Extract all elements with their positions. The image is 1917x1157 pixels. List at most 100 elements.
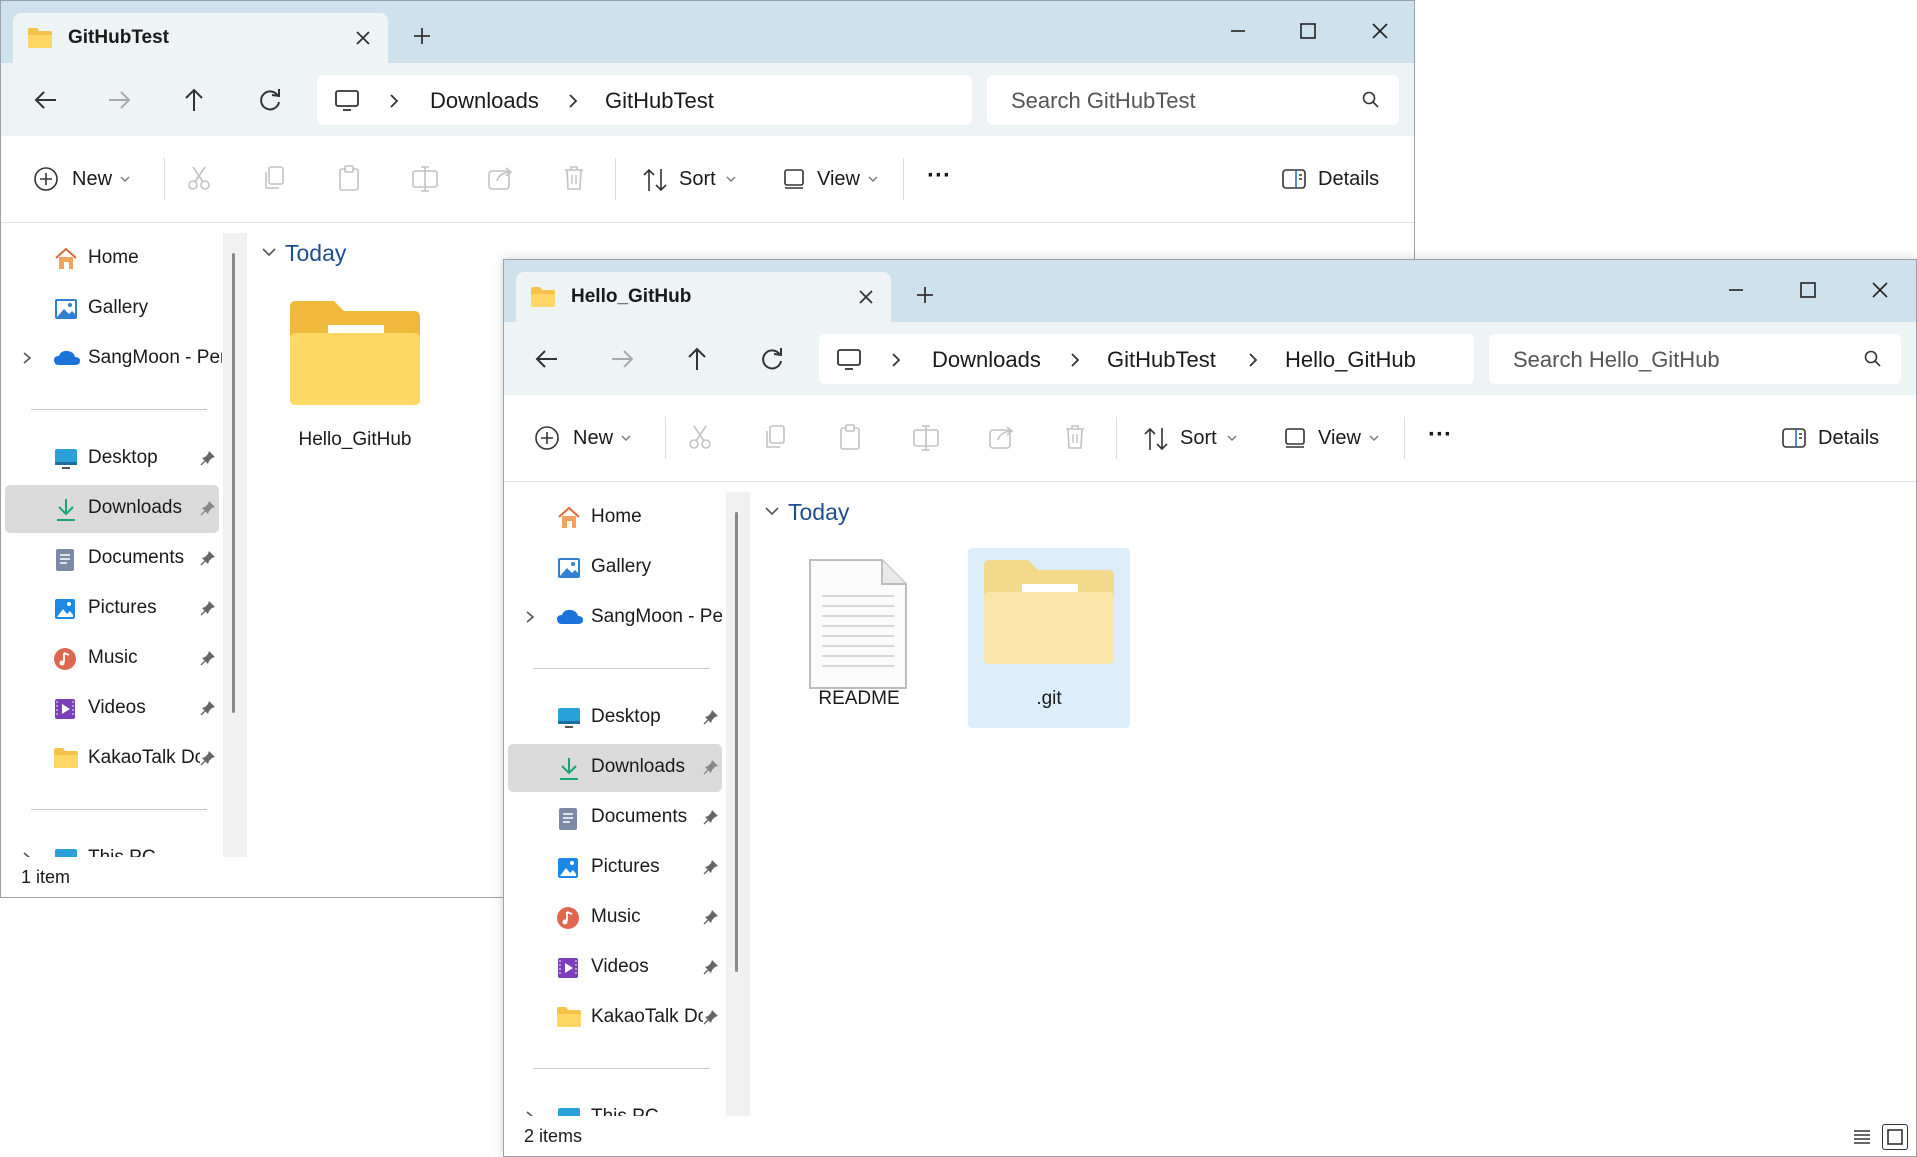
pin-icon[interactable]: [703, 709, 719, 725]
file-list-area[interactable]: Today README .git: [750, 482, 1916, 1116]
sidebar-item-documents[interactable]: Documents: [508, 794, 722, 842]
close-tab-icon[interactable]: [855, 286, 877, 308]
new-button[interactable]: New: [33, 164, 133, 196]
new-button[interactable]: New: [534, 423, 634, 455]
pin-icon[interactable]: [200, 700, 216, 716]
cut-button[interactable]: [687, 423, 713, 455]
sidebar-item-downloads[interactable]: Downloads: [5, 485, 219, 533]
sidebar-item-kakaotalk[interactable]: KakaoTalk Dc: [508, 994, 722, 1042]
minimize-button[interactable]: [1213, 11, 1263, 51]
sidebar-item-videos[interactable]: Videos: [5, 685, 219, 733]
pin-icon[interactable]: [703, 959, 719, 975]
file-explorer-window-hello-github[interactable]: Hello_GitHub Downloads GitHubTest Hello_…: [503, 259, 1917, 1157]
breadcrumb-chevron-icon[interactable]: [889, 352, 903, 368]
breadcrumb-downloads[interactable]: Downloads: [932, 347, 1041, 373]
sidebar-item-desktop[interactable]: Desktop: [508, 694, 722, 742]
chevron-right-icon[interactable]: [21, 351, 33, 365]
sidebar-item-kakaotalk[interactable]: KakaoTalk Dc: [5, 735, 219, 783]
breadcrumb-hello-github[interactable]: Hello_GitHub: [1285, 347, 1416, 373]
search-input[interactable]: Search Hello_GitHub: [1513, 347, 1720, 373]
file-item[interactable]: .git: [968, 548, 1130, 728]
refresh-button[interactable]: [755, 342, 789, 376]
refresh-button[interactable]: [253, 83, 287, 117]
search-box[interactable]: Search Hello_GitHub: [1489, 334, 1901, 384]
breadcrumb-githubtest[interactable]: GitHubTest: [605, 88, 714, 114]
copy-button[interactable]: [762, 423, 788, 455]
new-tab-button[interactable]: [409, 23, 435, 49]
scrollbar-thumb[interactable]: [232, 253, 235, 713]
details-button[interactable]: Details: [1781, 423, 1901, 455]
search-box[interactable]: Search GitHubTest: [987, 75, 1399, 125]
cut-button[interactable]: [186, 164, 212, 196]
breadcrumb-githubtest[interactable]: GitHubTest: [1107, 347, 1216, 373]
sidebar-item-gallery[interactable]: Gallery: [5, 285, 219, 333]
rename-button[interactable]: [912, 423, 940, 455]
copy-button[interactable]: [261, 164, 287, 196]
chevron-right-icon[interactable]: [524, 610, 536, 624]
rename-button[interactable]: [411, 164, 439, 196]
breadcrumb-chevron-icon[interactable]: [1246, 352, 1260, 368]
paste-button[interactable]: [837, 423, 863, 455]
scrollbar-track[interactable]: [726, 492, 750, 1118]
pin-icon[interactable]: [703, 909, 719, 925]
back-button[interactable]: [29, 83, 63, 117]
pin-icon[interactable]: [200, 650, 216, 666]
sidebar-item-home[interactable]: Home: [508, 494, 722, 542]
back-button[interactable]: [530, 342, 564, 376]
sidebar-item-desktop[interactable]: Desktop: [5, 435, 219, 483]
sidebar-item-onedrive[interactable]: SangMoon - Per: [508, 594, 722, 642]
pin-icon[interactable]: [200, 550, 216, 566]
maximize-button[interactable]: [1783, 270, 1833, 310]
more-options-button[interactable]: ···: [927, 162, 957, 196]
sidebar-item-videos[interactable]: Videos: [508, 944, 722, 992]
large-icons-view-icon[interactable]: [1882, 1124, 1908, 1150]
breadcrumb-downloads[interactable]: Downloads: [430, 88, 539, 114]
new-tab-button[interactable]: [912, 282, 938, 308]
tab-hello-github[interactable]: Hello_GitHub: [516, 272, 891, 322]
forward-button[interactable]: [605, 342, 639, 376]
pin-icon[interactable]: [703, 859, 719, 875]
up-button[interactable]: [177, 83, 211, 117]
navigation-pane[interactable]: Home Gallery SangMoon - Per Desktop Down…: [504, 482, 750, 1118]
sidebar-item-gallery[interactable]: Gallery: [508, 544, 722, 592]
sidebar-item-music[interactable]: Music: [508, 894, 722, 942]
pin-icon[interactable]: [200, 600, 216, 616]
sidebar-item-documents[interactable]: Documents: [5, 535, 219, 583]
sidebar-item-music[interactable]: Music: [5, 635, 219, 683]
close-tab-icon[interactable]: [352, 27, 374, 49]
search-input[interactable]: Search GitHubTest: [1011, 88, 1196, 114]
sort-button[interactable]: Sort: [1142, 423, 1242, 455]
close-window-button[interactable]: [1355, 11, 1405, 51]
pin-icon[interactable]: [200, 500, 216, 516]
maximize-button[interactable]: [1283, 11, 1333, 51]
breadcrumb-chevron-icon[interactable]: [566, 93, 580, 109]
close-window-button[interactable]: [1855, 270, 1905, 310]
paste-button[interactable]: [336, 164, 362, 196]
delete-button[interactable]: [561, 164, 587, 196]
view-button[interactable]: View: [782, 164, 882, 196]
forward-button[interactable]: [102, 83, 136, 117]
delete-button[interactable]: [1062, 423, 1088, 455]
sidebar-item-home[interactable]: Home: [5, 235, 219, 283]
details-view-icon[interactable]: [1852, 1127, 1872, 1147]
sort-button[interactable]: Sort: [641, 164, 741, 196]
details-button[interactable]: Details: [1281, 164, 1401, 196]
address-bar[interactable]: Downloads GitHubTest Hello_GitHub: [819, 334, 1474, 384]
sidebar-item-downloads[interactable]: Downloads: [508, 744, 722, 792]
title-bar[interactable]: Hello_GitHub: [504, 260, 1916, 322]
breadcrumb-chevron-icon[interactable]: [387, 93, 401, 109]
view-button[interactable]: View: [1283, 423, 1383, 455]
sidebar-item-pictures[interactable]: Pictures: [508, 844, 722, 892]
scrollbar-track[interactable]: [223, 233, 247, 859]
minimize-button[interactable]: [1711, 270, 1761, 310]
tab-githubtest[interactable]: GitHubTest: [13, 13, 388, 63]
up-button[interactable]: [680, 342, 714, 376]
pin-icon[interactable]: [703, 759, 719, 775]
sidebar-item-this-pc[interactable]: This PC: [5, 835, 219, 859]
sidebar-item-this-pc[interactable]: This PC: [508, 1094, 722, 1118]
scrollbar-thumb[interactable]: [735, 512, 738, 972]
share-button[interactable]: [987, 423, 1015, 455]
breadcrumb-chevron-icon[interactable]: [1068, 352, 1082, 368]
pin-icon[interactable]: [703, 809, 719, 825]
pin-icon[interactable]: [200, 450, 216, 466]
